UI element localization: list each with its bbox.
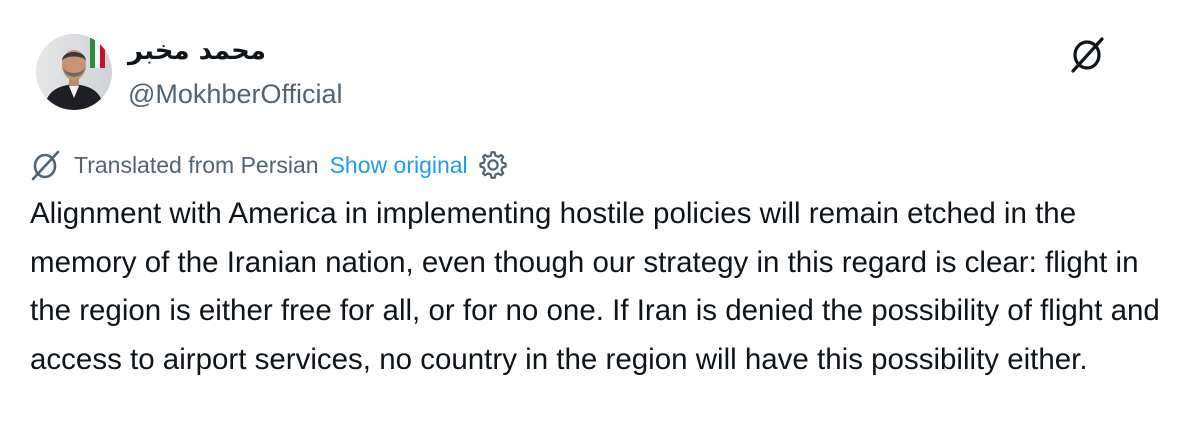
translate-icon[interactable] xyxy=(1068,34,1108,74)
translated-from-label: Translated from Persian xyxy=(74,151,319,178)
show-original-link[interactable]: Show original xyxy=(330,152,468,179)
avatar-portrait xyxy=(36,34,112,110)
author-display-name[interactable]: محمد مخبر xyxy=(128,33,266,69)
tweet-card: محمد مخبر @MokhberOfficial Translated fr… xyxy=(0,0,1178,444)
tweet-text: Alignment with America in implementing h… xyxy=(30,197,1160,376)
gear-icon[interactable] xyxy=(478,150,508,180)
author-handle[interactable]: @MokhberOfficial xyxy=(128,77,342,111)
translation-bar: Translated from Persian Show original xyxy=(30,148,508,182)
translate-icon xyxy=(31,150,60,181)
avatar[interactable] xyxy=(36,34,112,110)
